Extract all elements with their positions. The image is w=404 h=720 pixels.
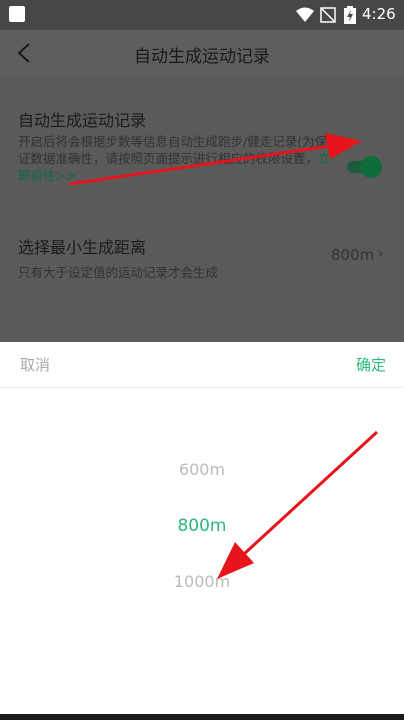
distance-picker-sheet: 取消 确定 600m 800m 1000m [0, 342, 404, 720]
min-distance-value: 800m [331, 246, 375, 264]
status-time: 4:26 [362, 5, 396, 23]
battery-icon [344, 6, 356, 24]
min-distance-setting[interactable]: 选择最小生成距离 只有大于设定值的运动记录才会生成 800m › [0, 220, 404, 280]
picker-option[interactable]: 600m [0, 460, 404, 479]
picker-option[interactable]: 1000m [0, 572, 404, 591]
chevron-right-icon: › [378, 246, 384, 262]
bottom-nav-strip [0, 714, 404, 720]
confirm-button[interactable]: 确定 [356, 354, 386, 375]
auto-record-description: 开启后将会根据步数等信息自动生成跑步/健走记录(为保证数据准确性，请按照页面提示… [18, 133, 336, 184]
page-title: 自动生成运动记录 [134, 47, 270, 67]
settings-list: 自动生成运动记录 开启后将会根据步数等信息自动生成跑步/健走记录(为保证数据准确… [0, 80, 404, 342]
toggle-knob [360, 156, 382, 178]
notification-icon [9, 6, 25, 22]
auto-record-setting: 自动生成运动记录 开启后将会根据步数等信息自动生成跑步/健走记录(为保证数据准确… [0, 102, 404, 212]
distance-wheel-picker[interactable]: 600m 800m 1000m [0, 388, 404, 688]
app-header: 自动生成运动记录 [0, 30, 404, 76]
min-distance-description: 只有大于设定值的运动记录才会生成 [18, 265, 219, 280]
auto-record-desc-text: 开启后将会根据步数等信息自动生成跑步/健走记录(为保证数据准确性，请按照页面提示… [18, 134, 328, 166]
picker-option-selected[interactable]: 800m [0, 516, 404, 536]
cancel-button[interactable]: 取消 [20, 354, 50, 375]
wifi-icon [296, 7, 314, 22]
auto-record-title: 自动生成运动记录 [18, 111, 147, 130]
auto-record-toggle[interactable] [345, 156, 383, 178]
status-bar: 4:26 [0, 0, 404, 30]
min-distance-title: 选择最小生成距离 [18, 238, 147, 257]
no-sim-icon [320, 7, 336, 23]
